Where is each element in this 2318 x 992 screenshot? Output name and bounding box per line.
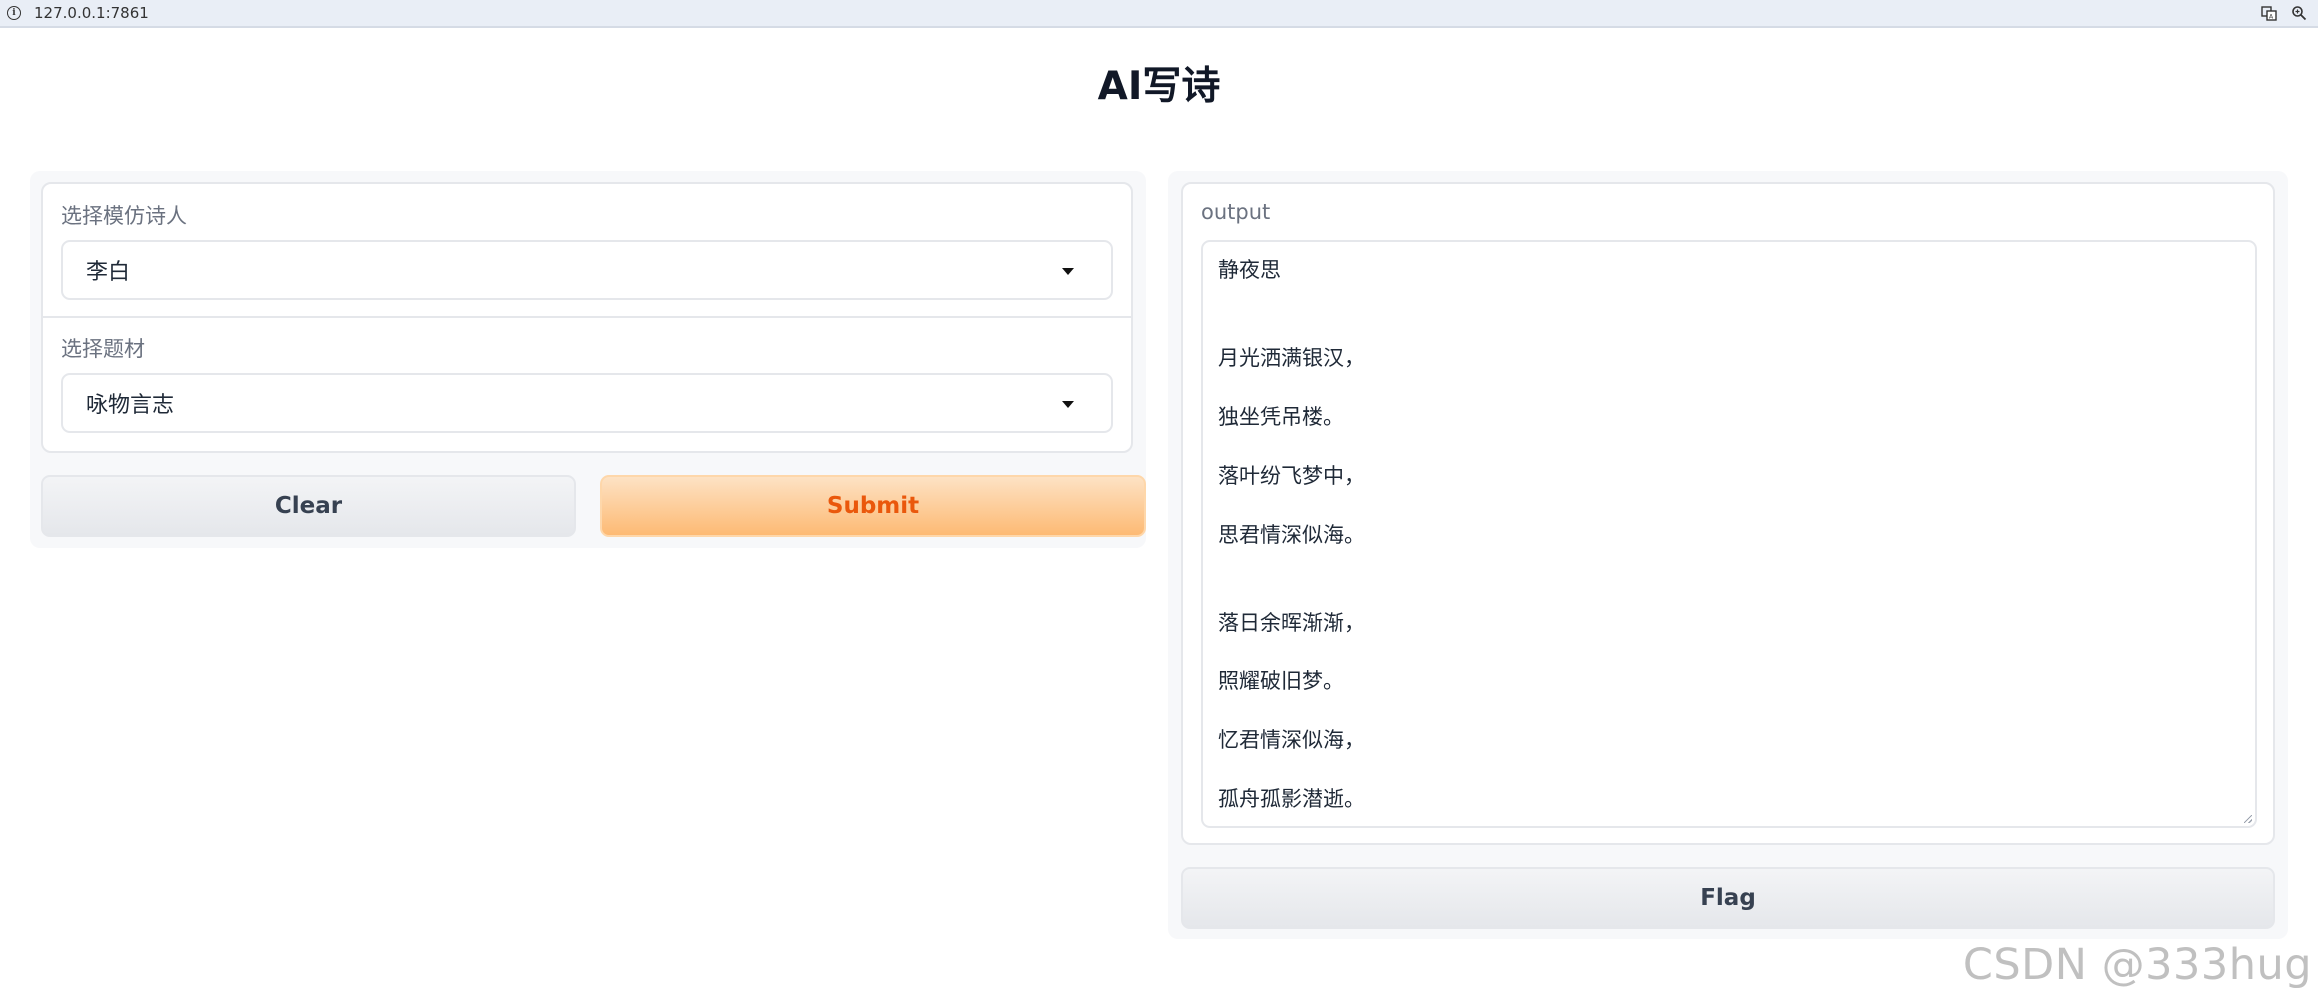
input-panel: 选择模仿诗人 李白 选择题材 咏物言志 Clear Submit — [30, 171, 1146, 548]
output-box: output 静夜思月光洒满银汉， 独坐凭吊楼。 落叶纷飞梦中， 思君情深似海。 落日余… — [1181, 182, 2275, 845]
clear-button[interactable]: Clear — [41, 475, 576, 537]
theme-label: 选择题材 — [61, 337, 145, 361]
output-line: 落叶纷飞梦中， — [1218, 463, 1365, 488]
input-form: 选择模仿诗人 李白 选择题材 咏物言志 — [41, 182, 1133, 453]
info-icon[interactable]: i — [7, 6, 21, 20]
divider — [43, 316, 1131, 318]
output-panel: output 静夜思月光洒满银汉， 独坐凭吊楼。 落叶纷飞梦中， 思君情深似海。 落日余… — [1168, 171, 2288, 939]
output-line: 静夜思 — [1218, 258, 1281, 282]
chevron-down-icon — [1062, 401, 1074, 408]
flag-button[interactable]: Flag — [1181, 867, 2275, 929]
output-line: 落日余晖渐渐， — [1218, 610, 1365, 635]
translate-icon[interactable]: A — [2260, 4, 2278, 22]
output-line: 照耀破旧梦。 — [1218, 669, 1344, 694]
watermark: CSDN @333hug — [1962, 940, 2312, 990]
output-label: output — [1201, 200, 1271, 224]
poet-dropdown[interactable]: 李白 — [61, 240, 1113, 300]
zoom-icon[interactable] — [2290, 4, 2308, 22]
output-line: 孤舟孤影潜逝。 — [1218, 787, 1365, 812]
theme-dropdown[interactable]: 咏物言志 — [61, 373, 1113, 433]
output-textarea[interactable]: 静夜思月光洒满银汉， 独坐凭吊楼。 落叶纷飞梦中， 思君情深似海。 落日余晖渐渐， 照耀破… — [1201, 240, 2257, 828]
url-text[interactable]: 127.0.0.1:7861 — [34, 4, 149, 22]
page-title: AI写诗 — [1097, 64, 1221, 109]
poet-label: 选择模仿诗人 — [61, 204, 187, 228]
poet-value: 李白 — [86, 260, 131, 285]
output-line: 忆君情深似海， — [1218, 728, 1365, 753]
chevron-down-icon — [1062, 268, 1074, 275]
browser-actions: A — [2260, 4, 2308, 22]
resize-handle-icon[interactable] — [2244, 815, 2252, 823]
submit-button[interactable]: Submit — [600, 475, 1146, 537]
output-line: 独坐凭吊楼。 — [1218, 404, 1344, 429]
output-line: 思君情深似海。 — [1218, 522, 1365, 547]
output-line: 月光洒满银汉， — [1218, 346, 1365, 371]
browser-address-bar: i 127.0.0.1:7861 A — [0, 0, 2318, 28]
theme-value: 咏物言志 — [86, 393, 175, 418]
